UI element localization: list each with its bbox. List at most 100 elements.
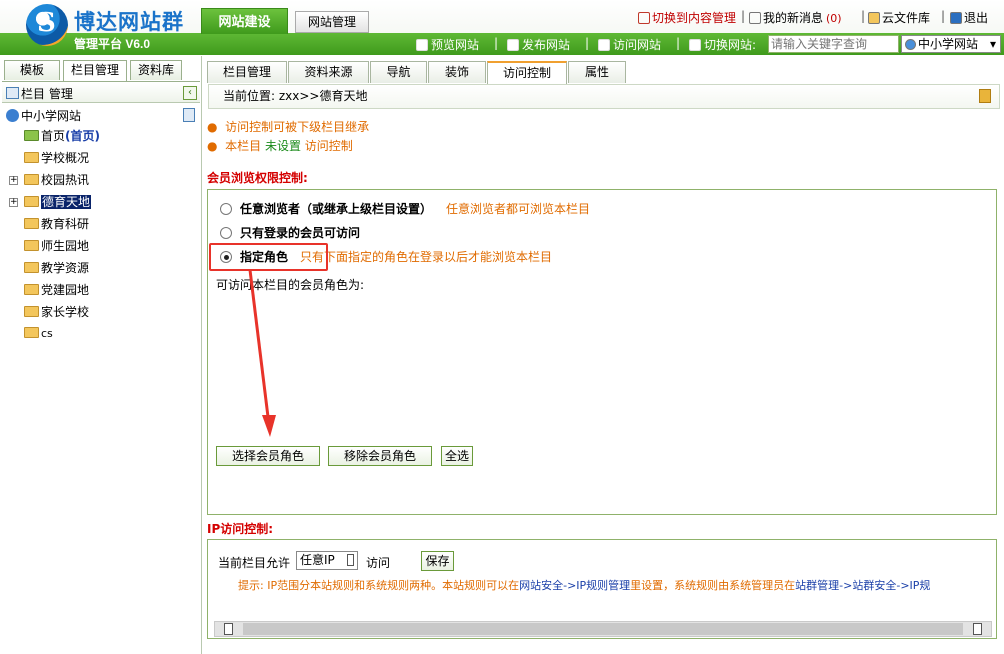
collapse-icon[interactable]: ‹ [183,86,197,100]
annotation-arrow-icon [248,269,276,437]
tab-site-build[interactable]: 网站建设 [201,8,288,34]
separator: | [861,9,866,23]
ip-prefix-label: 当前栏目允许 [218,556,291,570]
globe-icon [905,39,916,50]
tree-item[interactable]: 校园热讯 [24,170,89,190]
dropdown-icon [347,554,354,566]
expand-icon[interactable]: + [9,176,18,185]
ip-control-title: IP访问控制: [207,522,274,536]
option-any-visitor[interactable]: 任意浏览者（或继承上级栏目设置） 任意浏览者都可浏览本栏目 [220,200,590,217]
switch-icon [638,12,650,24]
tab-nav[interactable]: 导航 [370,61,427,83]
folder-icon [24,174,39,185]
folder-icon [24,262,39,273]
separator: | [941,9,946,23]
radio-icon[interactable] [220,203,232,215]
member-control-title: 会员浏览权限控制: [207,171,308,185]
tab-data-source[interactable]: 资料来源 [288,61,369,83]
folder-icon [24,327,39,338]
header: S 博达网站群 管理平台 V6.0 网站建设 网站管理 切换到内容管理 | 我的… [0,0,1004,55]
speaker-icon [749,12,761,24]
tree-item[interactable]: cs [24,324,53,344]
select-role-button[interactable]: 选择会员角色 [216,446,320,466]
tree-item-selected[interactable]: 德育天地 [24,192,92,212]
breadcrumb: 当前位置: zxx>>德育天地 [208,84,1000,109]
ip-range-select[interactable]: 任意IP [296,551,358,570]
folder-icon [868,12,880,24]
right-panel: 栏目管理 资料来源 导航 装饰 访问控制 属性 当前位置: zxx>>德育天地 … [203,56,1004,654]
switch-site-label: 切换网站: [689,36,756,53]
folder-icon [24,306,39,317]
tab-column-manage[interactable]: 栏目管理 [63,60,127,81]
folder-icon [24,196,39,207]
left-panel-title: 栏目 管理 [21,87,73,101]
globe-icon [6,109,19,122]
close-icon [950,12,962,24]
scroll-right-icon[interactable] [973,623,982,635]
member-control-box: 任意浏览者（或继承上级栏目设置） 任意浏览者都可浏览本栏目 只有登录的会员可访问 … [207,189,997,515]
logout-link[interactable]: 退出 [950,9,988,26]
scroll-left-icon[interactable] [224,623,233,635]
horizontal-scrollbar[interactable] [214,621,992,637]
ip-suffix-label: 访问 [366,556,391,570]
save-button[interactable]: 保存 [421,551,454,571]
tab-properties[interactable]: 属性 [568,61,626,83]
separator: | [585,36,590,50]
logo-subtitle: 管理平台 V6.0 [74,37,151,51]
separator: | [741,9,746,23]
separator: | [494,36,499,50]
select-all-button[interactable]: 全选 [441,446,473,466]
separator: | [676,36,681,50]
chevron-down-icon: ▾ [989,37,996,51]
tree-item[interactable]: 教育科研 [24,214,89,234]
visit-site-link[interactable]: 访问网站 [598,36,661,53]
radio-icon[interactable] [220,227,232,239]
option-logged-in[interactable]: 只有登录的会员可访问 [220,224,360,241]
scroll-thumb[interactable] [243,623,963,635]
tab-template[interactable]: 模板 [4,60,60,80]
note-inherit: ● 访问控制可被下级栏目继承 [207,120,370,134]
preview-site-link[interactable]: 预览网站 [416,36,479,53]
tab-library[interactable]: 资料库 [130,60,182,80]
tab-site-manage[interactable]: 网站管理 [295,11,369,33]
tab-access-control[interactable]: 访问控制 [487,61,567,84]
up-icon[interactable] [979,89,991,103]
tree-item[interactable]: 首页(首页) [24,126,100,146]
ie-icon [598,39,610,51]
roles-label: 可访问本栏目的会员角色为: [216,278,365,292]
site-select[interactable]: 中小学网站 ▾ [901,35,1001,53]
home-folder-icon [24,130,39,141]
expand-icon[interactable]: + [9,198,18,207]
tree-item[interactable]: 学校概况 [24,148,89,168]
divider [2,81,200,82]
remove-role-button[interactable]: 移除会员角色 [328,446,432,466]
refresh-icon[interactable] [183,108,195,122]
switch-site-icon [689,39,701,51]
tree-item[interactable]: 家长学校 [24,302,89,322]
switch-content-link[interactable]: 切换到内容管理 [638,9,736,26]
ip-tip: 提示: IP范围分本站规则和系统规则两种。本站规则可以在网站安全->IP规则管理… [238,579,931,592]
publish-icon [507,39,519,51]
preview-icon [416,39,428,51]
left-panel-header: 栏目 管理 ‹ [2,83,200,103]
logo-text: 博达网站群 [74,11,184,34]
tree-item[interactable]: 党建园地 [24,280,89,300]
left-panel: 模板 栏目管理 资料库 栏目 管理 ‹ 中小学网站 首页(首页) 学校概况 + … [0,56,202,654]
logo-s-glyph: S [37,8,56,38]
tree-item[interactable]: 教学资源 [24,258,89,278]
cloud-files-link[interactable]: 云文件库 [868,9,930,26]
messages-link[interactable]: 我的新消息 (0) [749,9,842,26]
folder-icon [24,240,39,251]
folder-icon [24,218,39,229]
search-input[interactable] [768,35,899,53]
tree-item[interactable]: 师生园地 [24,236,89,256]
publish-site-link[interactable]: 发布网站 [507,36,570,53]
folder-icon [24,152,39,163]
column-icon [6,87,19,99]
folder-icon [24,284,39,295]
note-status: ● 本栏目 未设置 访问控制 [207,139,353,153]
tree-root[interactable]: 中小学网站 [6,106,81,126]
tab-decoration[interactable]: 装饰 [428,61,486,83]
tab-column[interactable]: 栏目管理 [207,61,287,83]
message-count: (0) [826,12,842,25]
